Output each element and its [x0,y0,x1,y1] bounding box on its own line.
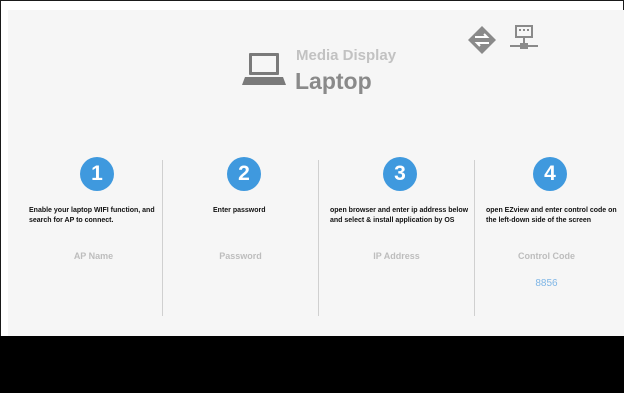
step-ip-address: 3 open browser and enter ip address belo… [319,157,474,317]
step-control-code: 4 open EZview and enter control code on … [469,157,624,317]
bottom-black-bar [0,336,624,393]
step-instruction: open browser and enter ip address below … [330,207,469,224]
step-number-badge: 3 [383,157,417,191]
control-code-label: Control Code [518,251,575,261]
ap-name-label: AP Name [73,251,114,261]
ip-address-label: IP Address [373,251,420,261]
header-subtitle: Media Display [296,47,397,64]
page-title: Laptop [295,68,372,94]
laptop-icon [242,53,286,85]
network-diamond-icon[interactable] [467,25,497,55]
lan-icon[interactable] [508,24,540,54]
setup-screen: Media Display Laptop 1 Enable your lapto… [8,10,624,336]
password-label: Password [219,251,262,261]
step-ap-name: 1 Enable your laptop WIFI function, and … [16,157,171,317]
step-number-badge: 2 [227,157,261,191]
control-code-value: 8856 [535,278,558,289]
step-instruction: open EZview and enter control code on th… [486,207,617,224]
step-number-badge: 4 [533,157,567,191]
step-instruction: Enable your laptop WIFI function, and se… [29,207,155,224]
step-password: 2 Enter password Password [163,157,318,317]
step-number-badge: 1 [80,157,114,191]
step-instruction: Enter password [213,207,266,214]
